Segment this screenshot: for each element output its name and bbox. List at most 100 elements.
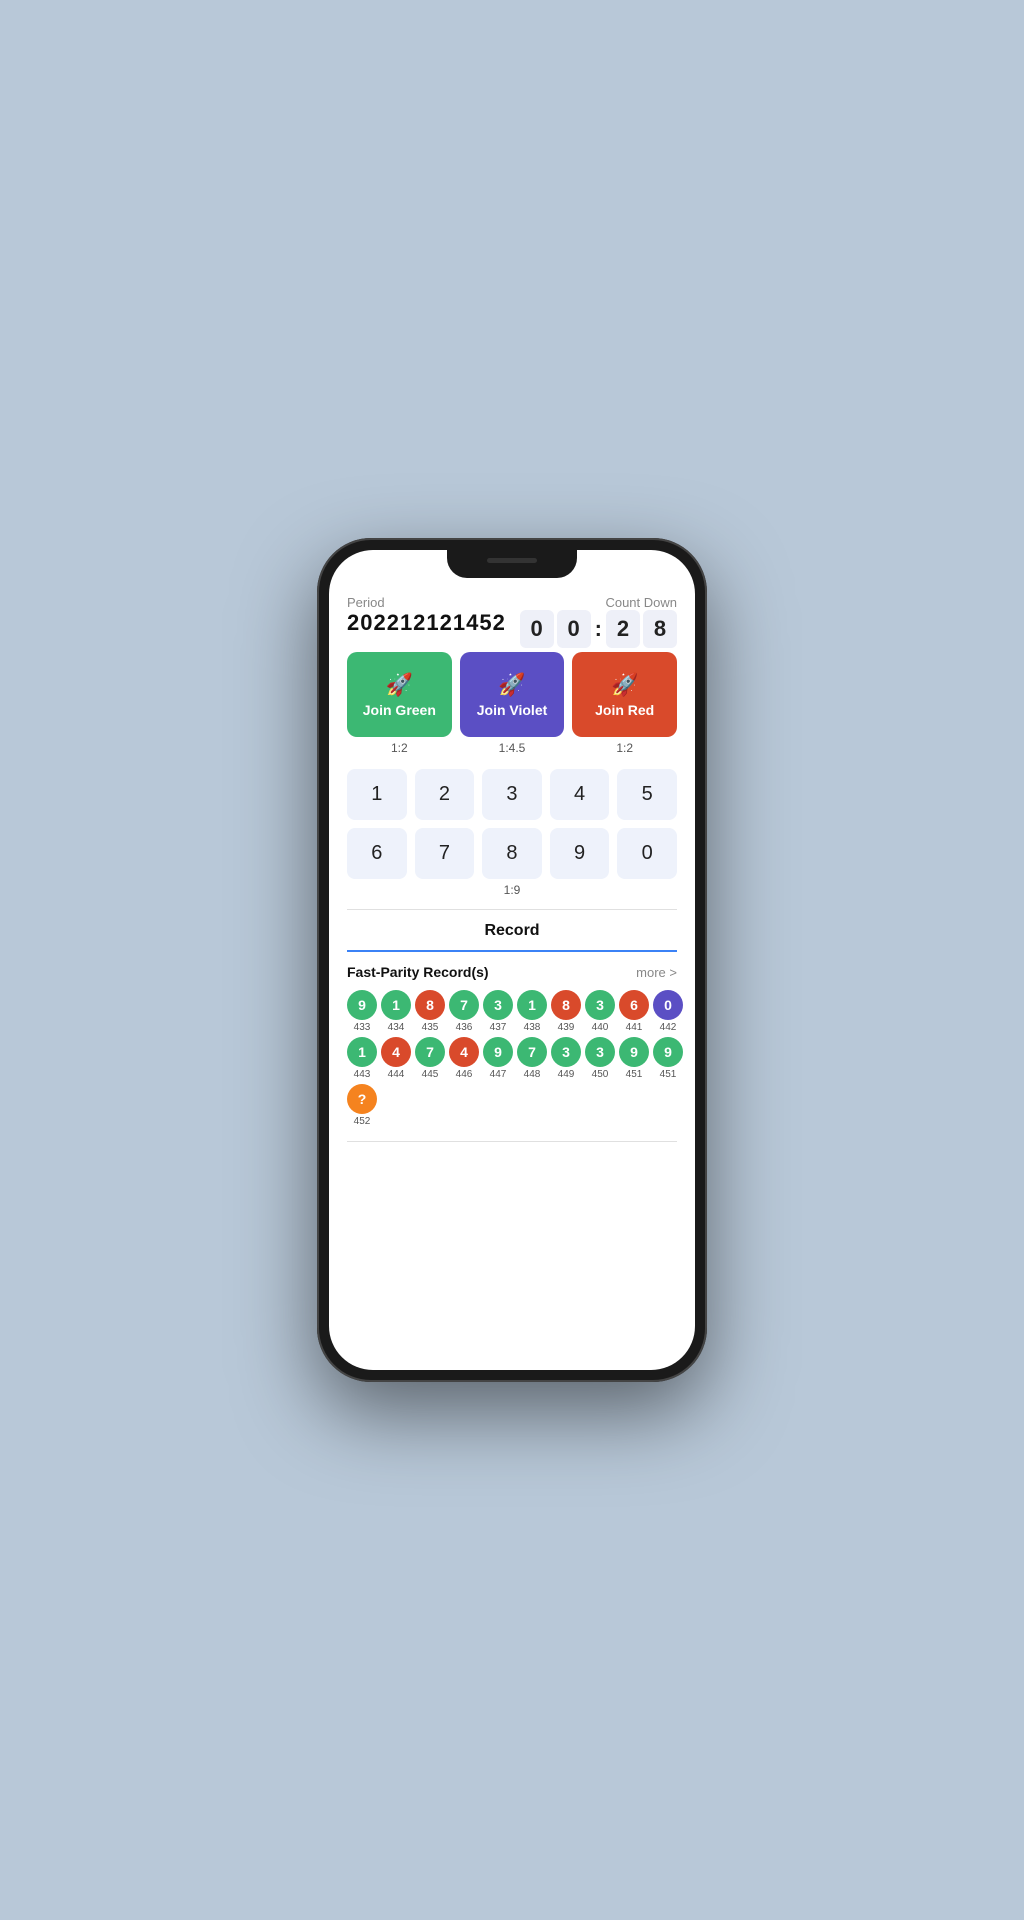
circle-item-444: 4 444 [381,1037,411,1080]
circle-439: 8 [551,990,581,1020]
circle-id-442: 442 [660,1022,677,1033]
num-btn-2[interactable]: 2 [415,769,475,820]
circle-450: 3 [585,1037,615,1067]
circle-446: 4 [449,1037,479,1067]
circle-451a: 9 [619,1037,649,1067]
circle-item-452: ? 452 [347,1084,377,1127]
countdown-colon: : [594,616,603,642]
bottom-divider [347,1141,677,1142]
circle-id-450: 450 [592,1069,609,1080]
circle-449: 3 [551,1037,581,1067]
circle-id-447: 447 [490,1069,507,1080]
circle-item-442: 0 442 [653,990,683,1033]
circle-444: 4 [381,1037,411,1067]
join-buttons-row: 🚀 Join Green 🚀 Join Violet 🚀 Join Red [347,652,677,737]
circle-item-434: 1 434 [381,990,411,1033]
phone-speaker [487,558,537,563]
green-ratio: 1:2 [347,741,452,755]
circle-id-434: 434 [388,1022,405,1033]
circle-445: 7 [415,1037,445,1067]
header-row: Period 202212121452 Count Down 0 0 : 2 8 [347,595,677,648]
num-btn-5[interactable]: 5 [617,769,677,820]
circle-id-449: 449 [558,1069,575,1080]
fast-parity-header: Fast-Parity Record(s) more > [347,964,677,980]
circle-id-439: 439 [558,1022,575,1033]
rocket-icon-green: 🚀 [386,672,413,698]
circle-item-436: 7 436 [449,990,479,1033]
circle-item-433: 9 433 [347,990,377,1033]
circle-id-451b: 451 [660,1069,677,1080]
circle-id-433: 433 [354,1022,371,1033]
more-link[interactable]: more > [636,965,677,980]
join-violet-label: Join Violet [477,702,548,718]
circle-440: 3 [585,990,615,1020]
rocket-icon-red: 🚀 [611,672,638,698]
circle-437: 3 [483,990,513,1020]
circle-id-440: 440 [592,1022,609,1033]
circle-item-446: 4 446 [449,1037,479,1080]
circle-id-445: 445 [422,1069,439,1080]
circle-id-446: 446 [456,1069,473,1080]
circle-id-452: 452 [354,1116,371,1127]
circle-448: 7 [517,1037,547,1067]
circle-435: 8 [415,990,445,1020]
num-btn-6[interactable]: 6 [347,828,407,879]
circle-434: 1 [381,990,411,1020]
num-btn-4[interactable]: 4 [550,769,610,820]
circle-item-439: 8 439 [551,990,581,1033]
circles-row-2: 1 443 4 444 7 445 4 446 [347,1037,677,1080]
countdown-display: 0 0 : 2 8 [520,610,677,648]
num-btn-9[interactable]: 9 [550,828,610,879]
circle-id-448: 448 [524,1069,541,1080]
app-content: Period 202212121452 Count Down 0 0 : 2 8 [329,550,695,1370]
circles-section: 9 433 1 434 8 435 7 436 [347,990,677,1127]
circle-441: 6 [619,990,649,1020]
countdown-h1: 0 [520,610,554,648]
join-red-label: Join Red [595,702,654,718]
number-grid: 1 2 3 4 5 6 7 8 9 0 [347,769,677,879]
num-btn-8[interactable]: 8 [482,828,542,879]
circle-item-449: 3 449 [551,1037,581,1080]
circle-452: ? [347,1084,377,1114]
join-violet-button[interactable]: 🚀 Join Violet [460,652,565,737]
num-btn-0[interactable]: 0 [617,828,677,879]
circle-item-447: 9 447 [483,1037,513,1080]
period-value: 202212121452 [347,610,506,636]
rocket-icon-violet: 🚀 [498,672,525,698]
period-section: Period 202212121452 [347,595,506,636]
circle-item-443: 1 443 [347,1037,377,1080]
num-btn-3[interactable]: 3 [482,769,542,820]
circle-id-444: 444 [388,1069,405,1080]
phone-screen: Period 202212121452 Count Down 0 0 : 2 8 [329,550,695,1370]
join-red-button[interactable]: 🚀 Join Red [572,652,677,737]
circle-item-435: 8 435 [415,990,445,1033]
countdown-m2: 8 [643,610,677,648]
circle-item-437: 3 437 [483,990,513,1033]
record-underline [347,950,677,952]
circle-id-436: 436 [456,1022,473,1033]
circle-item-438: 1 438 [517,990,547,1033]
circle-447: 9 [483,1037,513,1067]
circles-row-1: 9 433 1 434 8 435 7 436 [347,990,677,1033]
countdown-m1: 2 [606,610,640,648]
circle-443: 1 [347,1037,377,1067]
phone-notch [447,550,577,578]
join-green-button[interactable]: 🚀 Join Green [347,652,452,737]
record-title: Record [347,922,677,940]
circle-item-448: 7 448 [517,1037,547,1080]
circle-id-437: 437 [490,1022,507,1033]
circle-item-450: 3 450 [585,1037,615,1080]
circle-item-451a: 9 451 [619,1037,649,1080]
circle-id-451a: 451 [626,1069,643,1080]
violet-ratio: 1:4.5 [460,741,565,755]
num-btn-1[interactable]: 1 [347,769,407,820]
join-ratios: 1:2 1:4.5 1:2 [347,741,677,755]
circle-item-441: 6 441 [619,990,649,1033]
num-btn-7[interactable]: 7 [415,828,475,879]
circle-item-445: 7 445 [415,1037,445,1080]
circle-433: 9 [347,990,377,1020]
circle-442: 0 [653,990,683,1020]
circle-item-440: 3 440 [585,990,615,1033]
circles-row-3: ? 452 [347,1084,677,1127]
fast-parity-title: Fast-Parity Record(s) [347,964,489,980]
